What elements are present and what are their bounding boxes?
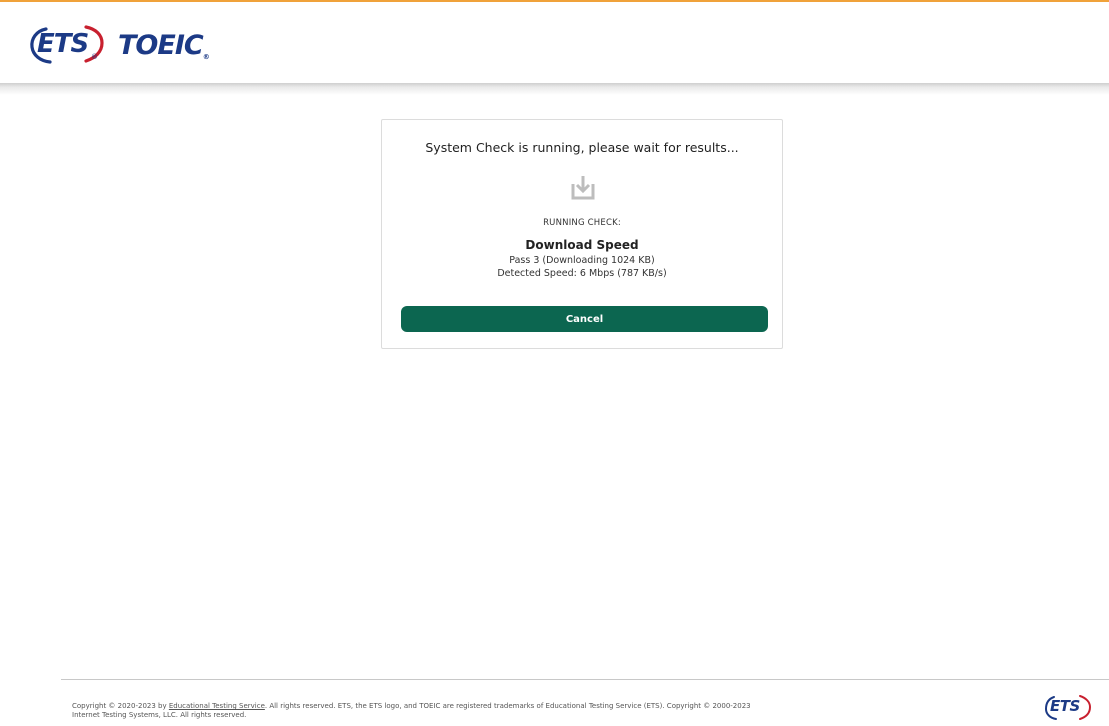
check-pass-status: Pass 3 (Downloading 1024 KB)	[509, 255, 655, 266]
download-icon	[563, 172, 603, 202]
footer-divider	[61, 679, 1109, 680]
footer-ets-logo: ETS	[1044, 694, 1094, 722]
system-check-card: System Check is running, please wait for…	[381, 119, 783, 349]
ets-logo-text: ETS	[37, 29, 89, 59]
running-check-label: RUNNING CHECK:	[543, 218, 621, 228]
ets-reg-mark: ®	[91, 53, 98, 61]
ets-toeic-logo: ETS ® TOEIC®	[28, 22, 218, 68]
detected-speed: Detected Speed: 6 Mbps (787 KB/s)	[497, 268, 667, 279]
header-shadow	[0, 83, 1109, 95]
footer-copyright: Copyright © 2020-2023 by Educational Tes…	[72, 702, 972, 720]
system-check-title: System Check is running, please wait for…	[425, 140, 739, 155]
ets-link[interactable]: Educational Testing Service	[169, 702, 265, 710]
toeic-text: TOEIC	[118, 29, 204, 61]
cancel-button[interactable]: Cancel	[401, 306, 768, 332]
header: ETS ® TOEIC®	[0, 2, 1109, 83]
toeic-reg-mark: ®	[202, 52, 210, 61]
check-name: Download Speed	[525, 238, 639, 252]
copyright-suffix: . All rights reserved. ETS, the ETS logo…	[264, 702, 751, 710]
toeic-logo-text: TOEIC®	[118, 29, 210, 61]
copyright-line2: Internet Testing Systems, LLC. All right…	[72, 711, 247, 719]
copyright-prefix: Copyright © 2020-2023 by	[72, 702, 169, 710]
footer-logo-text: ETS	[1050, 697, 1080, 715]
ets-logo: ETS ®	[28, 23, 110, 67]
